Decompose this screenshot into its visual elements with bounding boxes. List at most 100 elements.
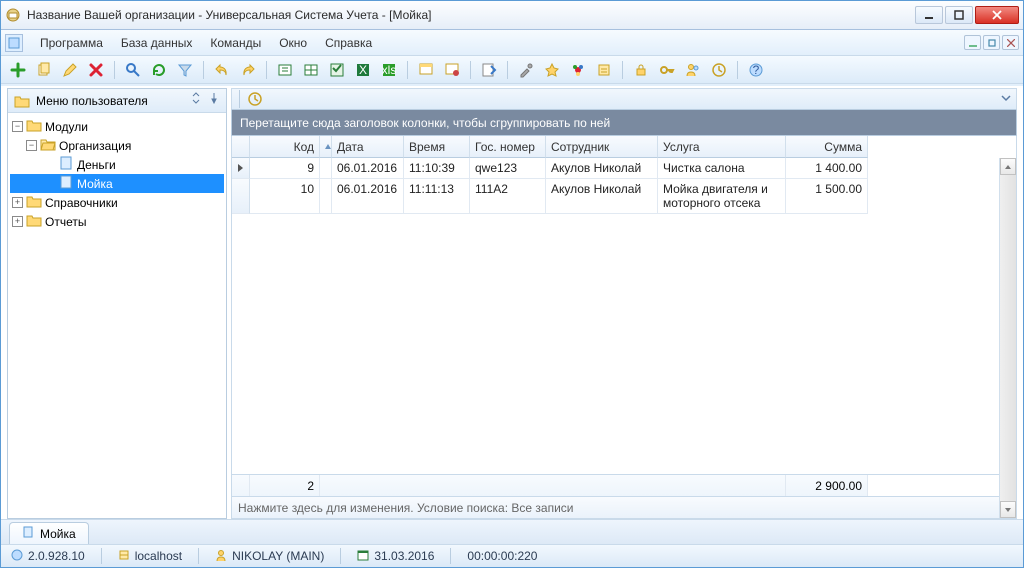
chevron-down-icon[interactable] (1000, 92, 1012, 107)
export-2-icon[interactable] (300, 59, 322, 81)
server-icon (118, 549, 130, 564)
col-date[interactable]: Дата (332, 136, 404, 158)
sidebar-header: Меню пользователя (8, 89, 226, 113)
version-icon (11, 549, 23, 564)
close-button[interactable] (975, 6, 1019, 24)
copy-icon[interactable] (33, 59, 55, 81)
cell-time[interactable]: 11:11:13 (404, 179, 470, 214)
status-user: NIKOLAY (MAIN) (211, 549, 328, 564)
folder-icon (14, 93, 30, 109)
group-by-box[interactable]: Перетащите сюда заголовок колонки, чтобы… (231, 110, 1017, 136)
key-icon[interactable] (656, 59, 678, 81)
cell-sum[interactable]: 1 400.00 (786, 158, 868, 179)
col-sort-indicator (320, 136, 332, 158)
col-employee[interactable]: Сотрудник (546, 136, 658, 158)
cell-code[interactable]: 10 (250, 179, 320, 214)
status-elapsed: 00:00:00:220 (463, 549, 541, 563)
undo-icon[interactable] (211, 59, 233, 81)
mdi-close-button[interactable] (1002, 35, 1019, 50)
filter-bar[interactable]: Нажмите здесь для изменения. Условие пои… (232, 496, 1016, 518)
window-2-icon[interactable] (441, 59, 463, 81)
window-1-icon[interactable] (415, 59, 437, 81)
folder-open-icon (40, 137, 56, 154)
filter-icon[interactable] (174, 59, 196, 81)
col-time[interactable]: Время (404, 136, 470, 158)
grid: Код Дата Время Гос. номер Сотрудник Услу… (231, 136, 1017, 519)
grid-toolbar (231, 88, 1017, 110)
sidebar-nav-icon[interactable] (190, 92, 202, 104)
menu-commands[interactable]: Команды (201, 33, 270, 53)
page-icon (58, 175, 74, 192)
app-icon (5, 7, 27, 23)
menu-program[interactable]: Программа (31, 33, 112, 53)
tree-item-modules[interactable]: − Модули (10, 117, 224, 136)
user-icon (215, 549, 227, 564)
tree-item-wash[interactable]: Мойка (10, 174, 224, 193)
tools-3-icon[interactable] (567, 59, 589, 81)
cell-plate[interactable]: 111A2 (470, 179, 546, 214)
col-service[interactable]: Услуга (658, 136, 786, 158)
minimize-button[interactable] (915, 6, 943, 24)
cell-date[interactable]: 06.01.2016 (332, 179, 404, 214)
tree-label: Мойка (77, 177, 113, 191)
users-icon[interactable] (682, 59, 704, 81)
lock-icon[interactable] (630, 59, 652, 81)
cell-plate[interactable]: qwe123 (470, 158, 546, 179)
grid-summary: 2 2 900.00 (232, 474, 1016, 496)
cell-service[interactable]: Чистка салона (658, 158, 786, 179)
delete-icon[interactable] (85, 59, 107, 81)
scroll-down-icon[interactable] (1000, 501, 1016, 518)
cell-time[interactable]: 11:10:39 (404, 158, 470, 179)
tab-wash[interactable]: Мойка (9, 522, 89, 544)
page-icon (58, 156, 74, 173)
close-view-icon[interactable] (478, 59, 500, 81)
tools-2-icon[interactable] (541, 59, 563, 81)
history-icon[interactable] (708, 59, 730, 81)
add-icon[interactable] (7, 59, 29, 81)
row-indicator[interactable] (232, 179, 250, 214)
cell-spacer (320, 179, 332, 214)
export-excel-icon[interactable]: X (352, 59, 374, 81)
row-indicator[interactable] (232, 158, 250, 179)
cell-code[interactable]: 9 (250, 158, 320, 179)
menu-window[interactable]: Окно (270, 33, 316, 53)
menu-help[interactable]: Справка (316, 33, 381, 53)
pin-icon[interactable] (208, 92, 220, 104)
scroll-up-icon[interactable] (1000, 158, 1016, 175)
vertical-scrollbar[interactable] (999, 158, 1016, 518)
cell-employee[interactable]: Акулов Николай (546, 179, 658, 214)
tree-item-reports[interactable]: + Отчеты (10, 212, 224, 231)
export-1-icon[interactable] (274, 59, 296, 81)
tab-label: Мойка (40, 527, 76, 541)
search-icon[interactable] (122, 59, 144, 81)
mdi-restore-button[interactable] (983, 35, 1000, 50)
help-icon[interactable]: ? (745, 59, 767, 81)
tree-item-organization[interactable]: − Организация (10, 136, 224, 155)
col-plate[interactable]: Гос. номер (470, 136, 546, 158)
maximize-button[interactable] (945, 6, 973, 24)
cell-sum[interactable]: 1 500.00 (786, 179, 868, 214)
edit-icon[interactable] (59, 59, 81, 81)
menubar: Программа База данных Команды Окно Справ… (1, 30, 1023, 56)
clock-icon[interactable] (247, 91, 263, 107)
app-menu-icon[interactable] (5, 34, 23, 52)
tree-item-directories[interactable]: + Справочники (10, 193, 224, 212)
mdi-minimize-button[interactable] (964, 35, 981, 50)
cell-date[interactable]: 06.01.2016 (332, 158, 404, 179)
refresh-icon[interactable] (148, 59, 170, 81)
export-3-icon[interactable] (326, 59, 348, 81)
col-sum[interactable]: Сумма (786, 136, 868, 158)
cell-service[interactable]: Мойка двигателя и моторного отсека (658, 179, 786, 214)
tools-4-icon[interactable] (593, 59, 615, 81)
status-host: localhost (114, 549, 186, 564)
calendar-icon (357, 549, 369, 564)
tree-item-money[interactable]: Деньги (10, 155, 224, 174)
tools-1-icon[interactable] (515, 59, 537, 81)
redo-icon[interactable] (237, 59, 259, 81)
app-window: Название Вашей организации - Универсальн… (0, 0, 1024, 568)
col-code[interactable]: Код (250, 136, 320, 158)
menu-database[interactable]: База данных (112, 33, 201, 53)
export-excel-2-icon[interactable]: xls (378, 59, 400, 81)
statusbar: 2.0.928.10 localhost NIKOLAY (MAIN) 31.0… (1, 544, 1023, 567)
cell-employee[interactable]: Акулов Николай (546, 158, 658, 179)
